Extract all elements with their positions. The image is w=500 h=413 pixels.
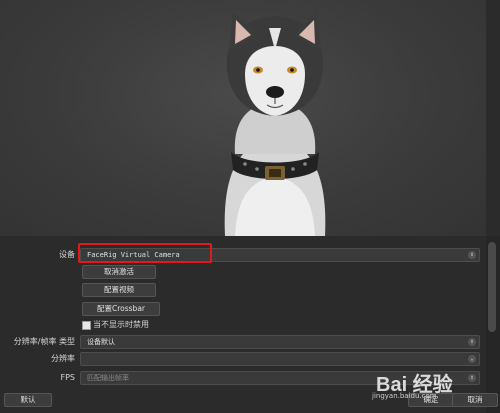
- baidu-watermark: Bai 经验 jingyan.baidu.com: [372, 368, 453, 400]
- fps-value: 匹配输出帧率: [87, 374, 129, 382]
- chevron-updown-icon: ⇕: [468, 251, 476, 259]
- cancel-button[interactable]: 取消: [452, 393, 498, 407]
- chevron-down-icon: ⌄: [468, 355, 476, 363]
- disable-when-hidden-checkbox[interactable]: [82, 321, 91, 330]
- dog-avatar-image: [205, 4, 345, 236]
- resolution-type-label: 分辨率/帧率 类型: [13, 337, 75, 346]
- resolution-select[interactable]: ⌄: [80, 352, 480, 366]
- disable-when-hidden-label: 当不显示时禁用: [93, 320, 149, 329]
- red-highlight-box: [78, 243, 212, 263]
- configure-crossbar-button[interactable]: 配置Crossbar: [82, 302, 160, 316]
- deactivate-button[interactable]: 取消激活: [82, 265, 156, 279]
- configure-video-button[interactable]: 配置视频: [82, 283, 156, 297]
- chevron-updown-icon: ⇕: [468, 338, 476, 346]
- resolution-label: 分辨率: [51, 354, 75, 363]
- chevron-updown-icon: ⇕: [468, 374, 476, 382]
- baidu-url: jingyan.baidu.com: [372, 392, 437, 400]
- fps-label: FPS: [60, 373, 75, 382]
- defaults-button[interactable]: 默认: [4, 393, 52, 407]
- resolution-type-select[interactable]: 设备默认 ⇕: [80, 335, 480, 349]
- scrollbar-thumb[interactable]: [488, 242, 496, 332]
- device-label: 设备: [59, 250, 75, 259]
- camera-preview: [0, 0, 486, 236]
- resolution-type-value: 设备默认: [87, 338, 115, 346]
